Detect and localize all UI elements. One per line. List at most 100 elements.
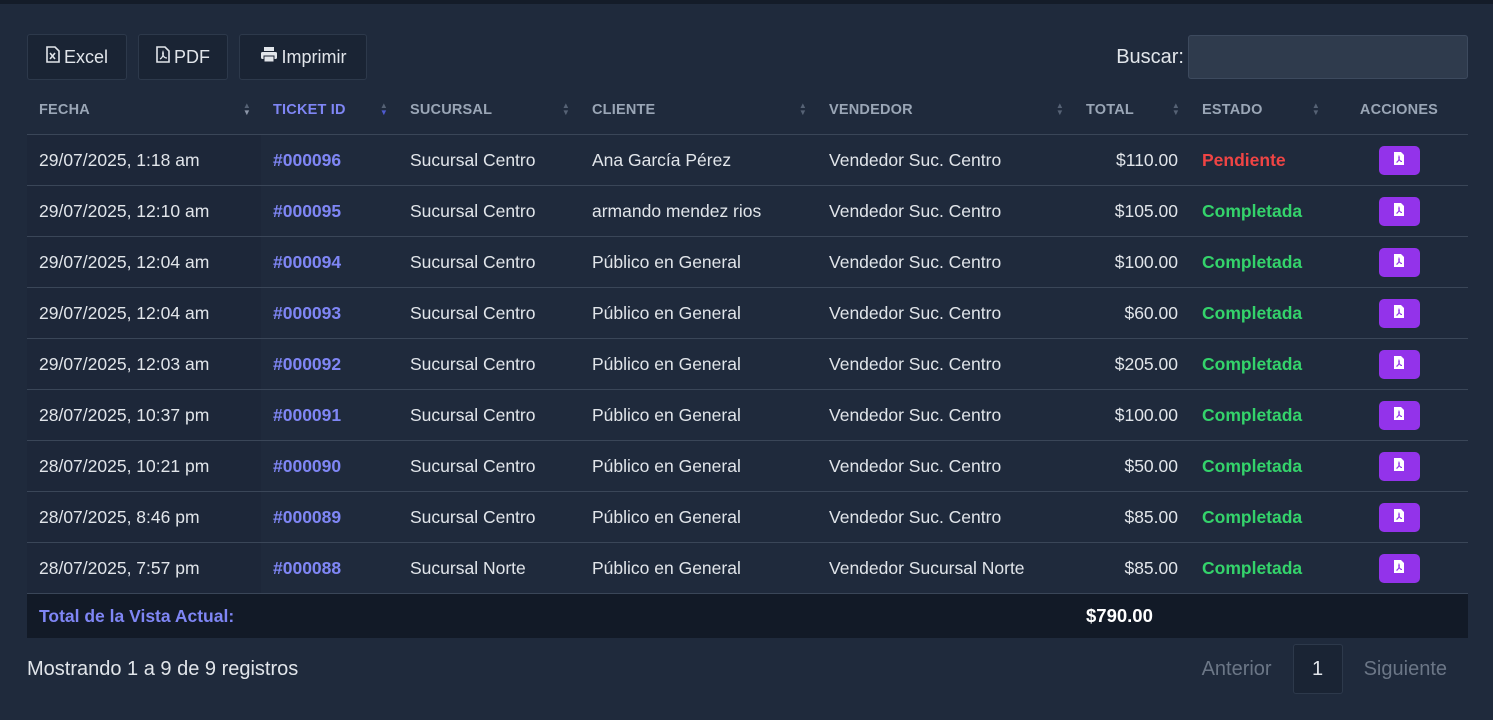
pagination-next[interactable]: Siguiente	[1343, 644, 1468, 694]
file-pdf-icon	[1393, 252, 1405, 273]
cell-acciones	[1330, 185, 1468, 237]
cell-ticket-id[interactable]: #000093	[261, 287, 398, 339]
cell-cliente: Público en General	[580, 338, 817, 390]
cell-fecha: 28/07/2025, 7:57 pm	[27, 542, 261, 594]
cell-sucursal: Sucursal Centro	[398, 389, 580, 441]
download-pdf-button[interactable]	[1378, 247, 1420, 277]
cell-ticket-id[interactable]: #000095	[261, 185, 398, 237]
records-info: Mostrando 1 a 9 de 9 registros	[27, 658, 299, 680]
header-sucursal[interactable]: SUCURSAL ▲ ▼	[398, 86, 580, 135]
cell-ticket-id[interactable]: #000092	[261, 338, 398, 390]
download-pdf-button[interactable]	[1378, 502, 1420, 532]
download-pdf-button[interactable]	[1378, 298, 1420, 328]
file-pdf-icon	[1393, 507, 1405, 528]
cell-fecha: 28/07/2025, 10:37 pm	[27, 389, 261, 441]
cell-cliente: Público en General	[580, 542, 817, 594]
header-estado[interactable]: ESTADO ▲ ▼	[1190, 86, 1330, 135]
cell-ticket-id[interactable]: #000089	[261, 491, 398, 543]
cell-vendedor: Vendedor Suc. Centro	[817, 236, 1074, 288]
cell-ticket-id[interactable]: #000091	[261, 389, 398, 441]
sort-arrows-icon: ▲ ▼	[1171, 101, 1180, 117]
cell-total: $100.00	[1074, 236, 1190, 288]
header-ticket-id[interactable]: TICKET ID ▲ ▼	[261, 86, 398, 135]
cell-estado: Completada	[1190, 236, 1330, 288]
cell-estado: Completada	[1190, 542, 1330, 594]
cell-vendedor: Vendedor Suc. Centro	[817, 338, 1074, 390]
cell-total: $100.00	[1074, 389, 1190, 441]
cell-sucursal: Sucursal Norte	[398, 542, 580, 594]
header-vendedor[interactable]: VENDEDOR ▲ ▼	[817, 86, 1074, 135]
cell-fecha: 29/07/2025, 12:10 am	[27, 185, 261, 237]
cell-acciones	[1330, 542, 1468, 594]
printer-icon	[260, 46, 278, 68]
header-fecha[interactable]: FECHA ▲ ▼	[27, 86, 261, 135]
cell-cliente: Público en General	[580, 287, 817, 339]
cell-sucursal: Sucursal Centro	[398, 185, 580, 237]
footer-total-label: Total de la Vista Actual:	[27, 593, 1074, 638]
cell-ticket-id[interactable]: #000094	[261, 236, 398, 288]
header-total[interactable]: TOTAL ▲ ▼	[1074, 86, 1190, 135]
cell-estado: Completada	[1190, 338, 1330, 390]
cell-cliente: armando mendez rios	[580, 185, 817, 237]
file-pdf-icon	[1393, 558, 1405, 579]
cell-cliente: Público en General	[580, 389, 817, 441]
cell-total: $85.00	[1074, 491, 1190, 543]
download-pdf-button[interactable]	[1378, 400, 1420, 430]
download-pdf-button[interactable]	[1378, 196, 1420, 226]
cell-estado: Completada	[1190, 287, 1330, 339]
cell-vendedor: Vendedor Sucursal Norte	[817, 542, 1074, 594]
table-row: 28/07/2025, 10:21 pm #000090 Sucursal Cent…	[27, 440, 1468, 492]
download-pdf-button[interactable]	[1378, 145, 1420, 175]
sort-arrows-icon: ▲ ▼	[1055, 101, 1064, 117]
cell-fecha: 29/07/2025, 12:04 am	[27, 236, 261, 288]
cell-ticket-id[interactable]: #000096	[261, 134, 398, 186]
pagination: Anterior 1 Siguiente	[1181, 644, 1468, 694]
print-button[interactable]: Imprimir	[239, 34, 367, 80]
table-row: 28/07/2025, 10:37 pm #000091 Sucursal Cent…	[27, 389, 1468, 441]
download-pdf-button[interactable]	[1378, 553, 1420, 583]
file-excel-icon	[46, 46, 60, 68]
header-cliente[interactable]: CLIENTE ▲ ▼	[580, 86, 817, 135]
table-row: 28/07/2025, 7:57 pm #000088 Sucursal Norte…	[27, 542, 1468, 594]
cell-sucursal: Sucursal Centro	[398, 338, 580, 390]
pagination-page-1[interactable]: 1	[1292, 644, 1343, 694]
cell-acciones	[1330, 440, 1468, 492]
sales-panel: Excel PDF Imprimir Buscar: FECHA ▲ ▼ TIC…	[27, 34, 1468, 698]
download-pdf-button[interactable]	[1378, 451, 1420, 481]
cell-vendedor: Vendedor Suc. Centro	[817, 389, 1074, 441]
file-pdf-icon	[1393, 150, 1405, 171]
cell-vendedor: Vendedor Suc. Centro	[817, 440, 1074, 492]
export-pdf-button[interactable]: PDF	[138, 34, 228, 80]
cell-vendedor: Vendedor Suc. Centro	[817, 491, 1074, 543]
cell-estado: Completada	[1190, 491, 1330, 543]
search-box: Buscar:	[1116, 34, 1468, 80]
print-label: Imprimir	[281, 46, 347, 67]
table-row: 29/07/2025, 12:10 am #000095 Sucursal Cent…	[27, 185, 1468, 237]
cell-sucursal: Sucursal Centro	[398, 236, 580, 288]
download-pdf-button[interactable]	[1378, 349, 1420, 379]
cell-fecha: 29/07/2025, 12:04 am	[27, 287, 261, 339]
cell-vendedor: Vendedor Suc. Centro	[817, 287, 1074, 339]
cell-cliente: Ana García Pérez	[580, 134, 817, 186]
cell-vendedor: Vendedor Suc. Centro	[817, 134, 1074, 186]
cell-fecha: 29/07/2025, 12:03 am	[27, 338, 261, 390]
sort-arrows-icon: ▲ ▼	[798, 101, 807, 117]
file-pdf-icon	[1393, 201, 1405, 222]
cell-acciones	[1330, 338, 1468, 390]
cell-total: $50.00	[1074, 440, 1190, 492]
cell-ticket-id[interactable]: #000090	[261, 440, 398, 492]
table-footer-row: Total de la Vista Actual: $790.00	[27, 593, 1468, 638]
cell-estado: Completada	[1190, 440, 1330, 492]
file-pdf-icon	[1393, 405, 1405, 426]
search-input[interactable]	[1188, 35, 1468, 79]
table-row: 29/07/2025, 12:03 am #000092 Sucursal Cent…	[27, 338, 1468, 390]
cell-cliente: Público en General	[580, 236, 817, 288]
pagination-previous[interactable]: Anterior	[1181, 644, 1293, 694]
cell-ticket-id[interactable]: #000088	[261, 542, 398, 594]
cell-acciones	[1330, 491, 1468, 543]
sort-arrows-icon: ▲ ▼	[242, 101, 251, 117]
table-bottom-bar: Mostrando 1 a 9 de 9 registros Anterior …	[27, 638, 1468, 698]
export-excel-button[interactable]: Excel	[27, 34, 127, 80]
cell-total: $205.00	[1074, 338, 1190, 390]
file-pdf-icon	[1393, 354, 1405, 375]
